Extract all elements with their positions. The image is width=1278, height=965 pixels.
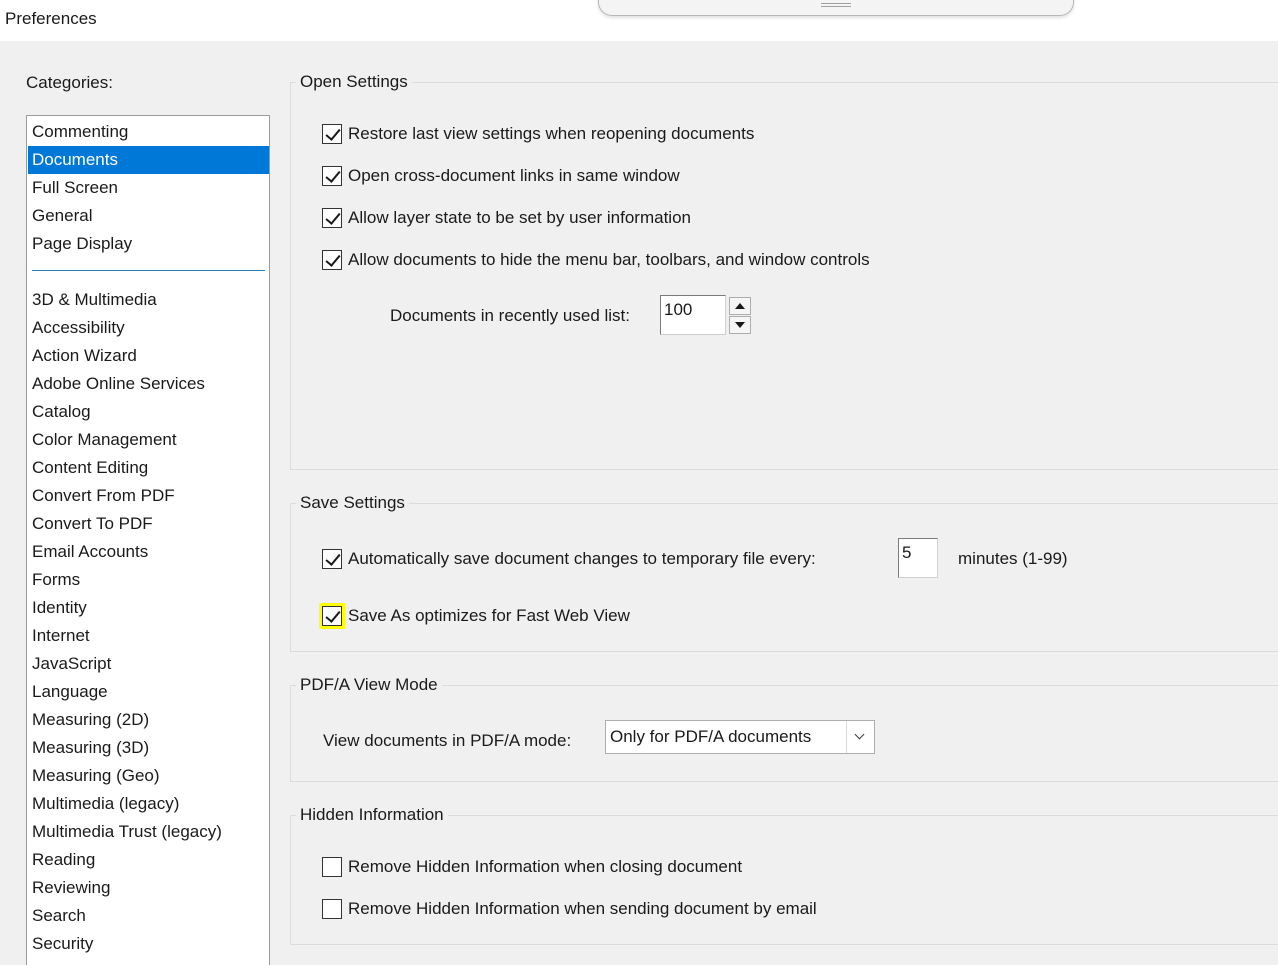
- save-settings-title: Save Settings: [296, 493, 409, 513]
- fast-web-view-checkbox[interactable]: [322, 606, 342, 626]
- grip-icon: [821, 0, 851, 7]
- pdfa-mode-label: View documents in PDF/A mode:: [323, 731, 572, 750]
- category-measuring-3d[interactable]: Measuring (3D): [28, 734, 269, 762]
- restore-view-checkbox[interactable]: [322, 124, 342, 144]
- autosave-minutes-input[interactable]: 5: [898, 538, 938, 578]
- remove-hidden-closing-checkbox[interactable]: [322, 857, 342, 877]
- category-adobe-online-services[interactable]: Adobe Online Services: [28, 370, 269, 398]
- category-security[interactable]: Security: [28, 930, 269, 958]
- recent-list-increment-button[interactable]: [729, 297, 751, 315]
- remove-hidden-closing-option[interactable]: Remove Hidden Information when closing d…: [322, 856, 742, 878]
- category-javascript[interactable]: JavaScript: [28, 650, 269, 678]
- category-multimedia-trust-legacy[interactable]: Multimedia Trust (legacy): [28, 818, 269, 846]
- categories-list[interactable]: Commenting Documents Full Screen General…: [26, 115, 270, 965]
- restore-view-label: Restore last view settings when reopenin…: [348, 124, 755, 143]
- pdfa-mode-selected: Only for PDF/A documents: [610, 727, 812, 746]
- category-forms[interactable]: Forms: [28, 566, 269, 594]
- highlight-marker: [319, 603, 345, 629]
- category-measuring-2d[interactable]: Measuring (2D): [28, 706, 269, 734]
- category-commenting[interactable]: Commenting: [28, 118, 269, 146]
- hide-menu-bar-label: Allow documents to hide the menu bar, to…: [348, 250, 870, 269]
- category-full-screen[interactable]: Full Screen: [28, 174, 269, 202]
- category-3d-multimedia[interactable]: 3D & Multimedia: [28, 286, 269, 314]
- category-measuring-geo[interactable]: Measuring (Geo): [28, 762, 269, 790]
- pdfa-mode-dropdown[interactable]: Only for PDF/A documents: [605, 720, 875, 754]
- category-action-wizard[interactable]: Action Wizard: [28, 342, 269, 370]
- category-separator: [32, 270, 265, 271]
- category-accessibility[interactable]: Accessibility: [28, 314, 269, 342]
- category-email-accounts[interactable]: Email Accounts: [28, 538, 269, 566]
- categories-label: Categories:: [26, 73, 113, 92]
- recent-list-input[interactable]: 100: [660, 295, 726, 335]
- recent-list-decrement-button[interactable]: [729, 316, 751, 334]
- autosave-option[interactable]: Automatically save document changes to t…: [322, 548, 816, 570]
- category-reading[interactable]: Reading: [28, 846, 269, 874]
- minutes-label: minutes (1-99): [958, 549, 1068, 568]
- chevron-down-icon: [854, 729, 865, 740]
- cross-doc-links-option[interactable]: Open cross-document links in same window: [322, 165, 680, 187]
- remove-hidden-email-label: Remove Hidden Information when sending d…: [348, 899, 817, 918]
- category-convert-from-pdf[interactable]: Convert From PDF: [28, 482, 269, 510]
- hide-menu-bar-checkbox[interactable]: [322, 250, 342, 270]
- drag-handle[interactable]: [598, 0, 1074, 16]
- hidden-information-title: Hidden Information: [296, 805, 448, 825]
- autosave-label: Automatically save document changes to t…: [348, 549, 816, 568]
- fast-web-view-option[interactable]: Save As optimizes for Fast Web View: [319, 603, 630, 629]
- window-title: Preferences: [5, 9, 97, 28]
- save-settings-group: Save Settings: [290, 493, 1278, 652]
- category-convert-to-pdf[interactable]: Convert To PDF: [28, 510, 269, 538]
- dropdown-button[interactable]: [846, 721, 874, 753]
- category-page-display[interactable]: Page Display: [28, 230, 269, 258]
- category-identity[interactable]: Identity: [28, 594, 269, 622]
- open-settings-title: Open Settings: [296, 72, 412, 92]
- category-internet[interactable]: Internet: [28, 622, 269, 650]
- category-search[interactable]: Search: [28, 902, 269, 930]
- layer-state-checkbox[interactable]: [322, 208, 342, 228]
- layer-state-label: Allow layer state to be set by user info…: [348, 208, 691, 227]
- autosave-checkbox[interactable]: [322, 549, 342, 569]
- remove-hidden-closing-label: Remove Hidden Information when closing d…: [348, 857, 743, 876]
- category-general[interactable]: General: [28, 202, 269, 230]
- layer-state-option[interactable]: Allow layer state to be set by user info…: [322, 207, 691, 229]
- fast-web-view-label: Save As optimizes for Fast Web View: [348, 606, 630, 625]
- hidden-information-group: Hidden Information: [290, 805, 1278, 945]
- restore-view-option[interactable]: Restore last view settings when reopenin…: [322, 123, 754, 145]
- recent-list-label: Documents in recently used list:: [390, 306, 630, 325]
- cross-doc-links-checkbox[interactable]: [322, 166, 342, 186]
- category-documents[interactable]: Documents: [28, 146, 269, 174]
- category-catalog[interactable]: Catalog: [28, 398, 269, 426]
- category-color-management[interactable]: Color Management: [28, 426, 269, 454]
- category-content-editing[interactable]: Content Editing: [28, 454, 269, 482]
- category-language[interactable]: Language: [28, 678, 269, 706]
- remove-hidden-email-option[interactable]: Remove Hidden Information when sending d…: [322, 898, 817, 920]
- remove-hidden-email-checkbox[interactable]: [322, 899, 342, 919]
- cross-doc-links-label: Open cross-document links in same window: [348, 166, 680, 185]
- hide-menu-bar-option[interactable]: Allow documents to hide the menu bar, to…: [322, 249, 870, 271]
- category-reviewing[interactable]: Reviewing: [28, 874, 269, 902]
- category-multimedia-legacy[interactable]: Multimedia (legacy): [28, 790, 269, 818]
- pdfa-view-mode-title: PDF/A View Mode: [296, 675, 442, 695]
